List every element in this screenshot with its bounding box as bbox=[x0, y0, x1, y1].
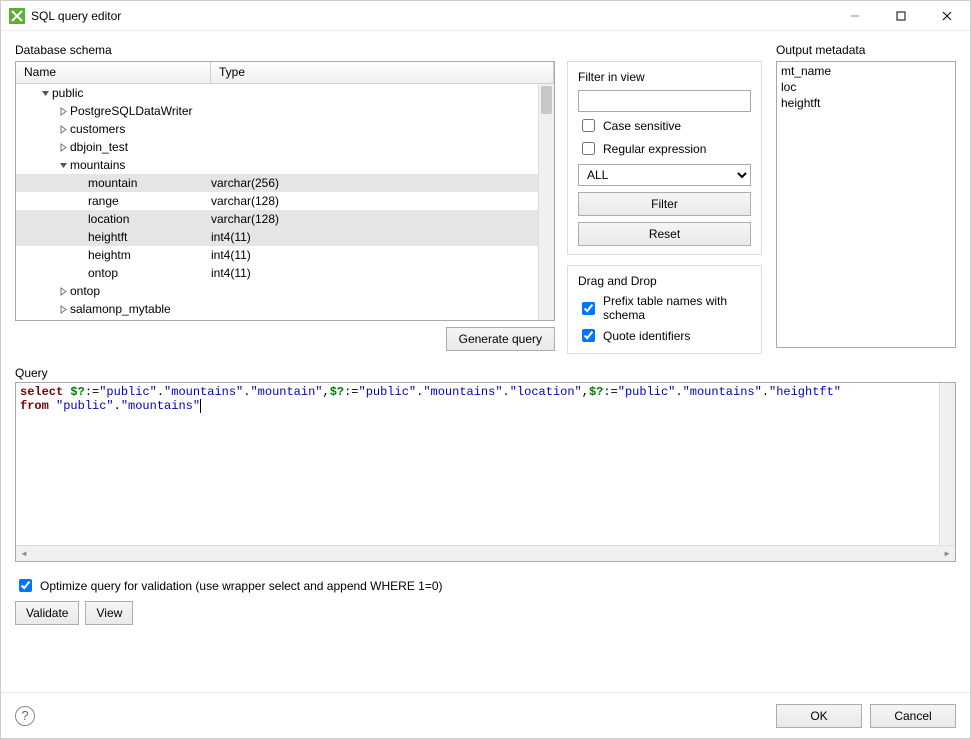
tree-node-type: int4(11) bbox=[211, 248, 538, 262]
output-item[interactable]: loc bbox=[781, 80, 951, 96]
chevron-down-icon[interactable] bbox=[56, 161, 70, 170]
view-button[interactable]: View bbox=[85, 601, 133, 625]
help-icon[interactable]: ? bbox=[15, 706, 35, 726]
output-item[interactable]: mt_name bbox=[781, 64, 951, 80]
scroll-right-icon[interactable]: ▸ bbox=[939, 546, 955, 561]
schema-group-label: Database schema bbox=[15, 43, 762, 57]
maximize-button[interactable] bbox=[878, 1, 924, 31]
editor-scrollbar-v[interactable] bbox=[939, 383, 955, 545]
window-title: SQL query editor bbox=[31, 9, 832, 23]
tree-row[interactable]: ontop bbox=[16, 282, 538, 300]
ok-button[interactable]: OK bbox=[776, 704, 862, 728]
tree-node-name: mountain bbox=[88, 176, 211, 190]
tree-node-name: PostgreSQLDataWriter bbox=[70, 104, 211, 118]
tree-node-type: varchar(256) bbox=[211, 176, 538, 190]
tree-row[interactable]: mountainvarchar(256) bbox=[16, 174, 538, 192]
validate-button[interactable]: Validate bbox=[15, 601, 79, 625]
tree-row[interactable]: public bbox=[16, 84, 538, 102]
tree-node-name: public bbox=[52, 86, 211, 100]
chevron-right-icon[interactable] bbox=[56, 125, 70, 134]
tree-node-name: customers bbox=[70, 122, 211, 136]
filter-box: Filter in view Case sensitive Regular ex… bbox=[567, 61, 762, 255]
drag-title: Drag and Drop bbox=[578, 274, 751, 288]
minimize-button[interactable] bbox=[832, 1, 878, 31]
filter-scope-select[interactable]: ALL bbox=[578, 164, 751, 186]
generate-query-button[interactable]: Generate query bbox=[446, 327, 555, 351]
tree-node-name: dbjoin_test bbox=[70, 140, 211, 154]
tree-row[interactable]: heightmint4(11) bbox=[16, 246, 538, 264]
reset-button[interactable]: Reset bbox=[578, 222, 751, 246]
sql-query-editor-window: SQL query editor Database schema Name Ty… bbox=[0, 0, 971, 739]
tree-row[interactable]: dbjoin_test bbox=[16, 138, 538, 156]
tree-node-name: location bbox=[88, 212, 211, 226]
filter-button[interactable]: Filter bbox=[578, 192, 751, 216]
editor-scrollbar-h[interactable]: ◂ ▸ bbox=[16, 545, 955, 561]
cancel-button[interactable]: Cancel bbox=[870, 704, 956, 728]
filter-title: Filter in view bbox=[578, 70, 751, 84]
regex-checkbox[interactable]: Regular expression bbox=[578, 139, 751, 158]
text-caret bbox=[200, 399, 201, 413]
prefix-schema-checkbox[interactable]: Prefix table names with schema bbox=[578, 294, 751, 322]
column-header-type[interactable]: Type bbox=[211, 62, 554, 83]
chevron-right-icon[interactable] bbox=[56, 107, 70, 116]
tree-node-type: varchar(128) bbox=[211, 194, 538, 208]
query-editor[interactable]: select $?:="public"."mountains"."mountai… bbox=[15, 382, 956, 562]
schema-tree[interactable]: Name Type public PostgreSQLDataWriter cust… bbox=[15, 61, 555, 321]
output-item[interactable]: heightft bbox=[781, 96, 951, 112]
tree-node-type: int4(11) bbox=[211, 230, 538, 244]
quote-identifiers-checkbox[interactable]: Quote identifiers bbox=[578, 326, 751, 345]
tree-node-name: heightm bbox=[88, 248, 211, 262]
column-header-name[interactable]: Name bbox=[16, 62, 211, 83]
tree-row[interactable]: salamonp_mytable bbox=[16, 300, 538, 318]
output-metadata-list[interactable]: mt_namelocheightft bbox=[776, 61, 956, 348]
output-group-label: Output metadata bbox=[776, 43, 956, 57]
tree-row[interactable]: PostgreSQLDataWriter bbox=[16, 102, 538, 120]
tree-node-name: range bbox=[88, 194, 211, 208]
scroll-left-icon[interactable]: ◂ bbox=[16, 546, 32, 561]
tree-node-name: salamonp_mytable bbox=[70, 302, 211, 316]
titlebar: SQL query editor bbox=[1, 1, 970, 31]
tree-row[interactable]: ontopint4(11) bbox=[16, 264, 538, 282]
chevron-right-icon[interactable] bbox=[56, 305, 70, 314]
tree-row[interactable]: customers bbox=[16, 120, 538, 138]
filter-input[interactable] bbox=[578, 90, 751, 112]
tree-row[interactable]: rangevarchar(128) bbox=[16, 192, 538, 210]
optimize-query-checkbox[interactable]: Optimize query for validation (use wrapp… bbox=[15, 576, 956, 595]
close-button[interactable] bbox=[924, 1, 970, 31]
chevron-right-icon[interactable] bbox=[56, 143, 70, 152]
tree-node-name: heightft bbox=[88, 230, 211, 244]
chevron-right-icon[interactable] bbox=[56, 287, 70, 296]
app-icon bbox=[9, 8, 25, 24]
tree-node-name: ontop bbox=[88, 266, 211, 280]
tree-node-name: ontop bbox=[70, 284, 211, 298]
chevron-down-icon[interactable] bbox=[38, 89, 52, 98]
drag-drop-box: Drag and Drop Prefix table names with sc… bbox=[567, 265, 762, 354]
tree-scrollbar[interactable] bbox=[538, 84, 554, 320]
case-sensitive-checkbox[interactable]: Case sensitive bbox=[578, 116, 751, 135]
tree-row[interactable]: heightftint4(11) bbox=[16, 228, 538, 246]
tree-node-name: mountains bbox=[70, 158, 211, 172]
tree-row[interactable]: mountains bbox=[16, 156, 538, 174]
tree-node-type: int4(11) bbox=[211, 266, 538, 280]
tree-node-type: varchar(128) bbox=[211, 212, 538, 226]
tree-row[interactable]: locationvarchar(128) bbox=[16, 210, 538, 228]
query-label: Query bbox=[15, 366, 956, 380]
